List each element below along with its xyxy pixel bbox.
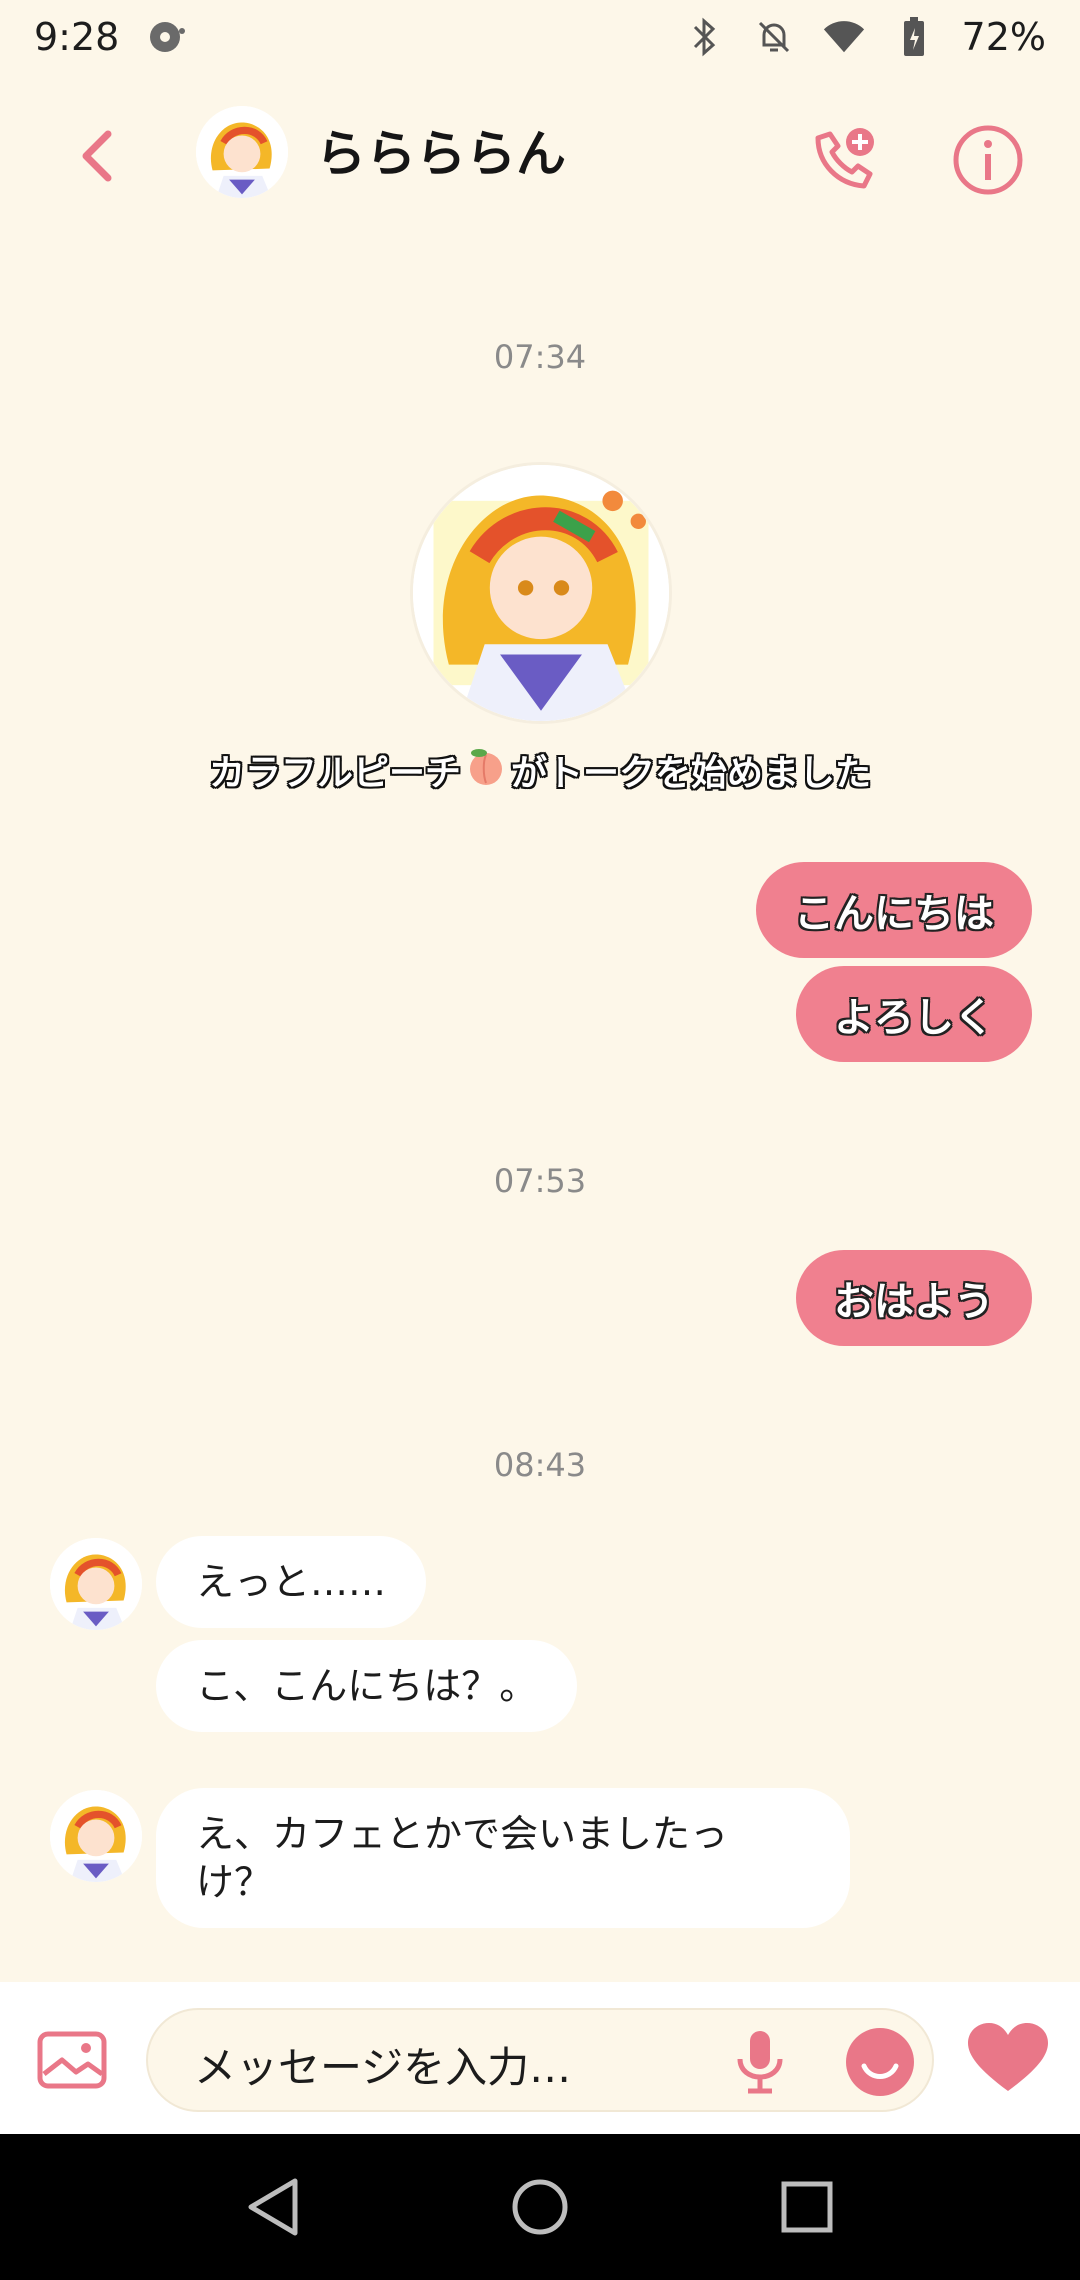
message-text: こんにちは	[794, 891, 994, 937]
contact-avatar[interactable]	[50, 1790, 142, 1882]
contact-avatar-large[interactable]	[410, 462, 672, 724]
back-button[interactable]	[58, 118, 134, 194]
message-text: おはよう	[834, 1279, 994, 1325]
back-arrow-icon	[82, 130, 112, 182]
message-text: よろしく	[834, 995, 994, 1041]
mic-button[interactable]	[722, 2024, 798, 2100]
message-text: えっと……	[196, 1560, 387, 1604]
notification-disc-icon	[145, 15, 189, 59]
message-input[interactable]: メッセージを入力…	[146, 2008, 934, 2112]
info-icon	[953, 125, 1023, 195]
status-time: 9:28	[34, 15, 120, 59]
message-bubble-sent[interactable]: よろしく	[796, 966, 1032, 1062]
chat-header: ららららん	[0, 96, 1080, 216]
message-composer: メッセージを入力…	[0, 1982, 1080, 2134]
gallery-icon	[37, 2031, 107, 2089]
mic-icon	[737, 2031, 783, 2094]
started-name: カラフルピーチ	[208, 753, 461, 794]
talk-started-notice: カラフルピーチ がトークを始めました	[0, 744, 1080, 796]
battery-icon	[892, 15, 936, 59]
bell-off-icon	[752, 15, 796, 59]
message-bubble-received[interactable]: こ、こんにちは？。	[156, 1640, 578, 1732]
contact-name: ららららん	[316, 125, 566, 183]
message-bubble-sent[interactable]: こんにちは	[756, 862, 1032, 958]
nav-back-icon	[248, 2178, 298, 2236]
heart-button[interactable]	[964, 2018, 1052, 2098]
message-bubble-received[interactable]: えっと……	[156, 1536, 427, 1628]
emoji-button[interactable]	[842, 2024, 918, 2100]
started-text: がトークを始めました	[511, 753, 872, 794]
message-text: え、カフェとかで会いましたっ	[196, 1812, 729, 1856]
wifi-icon	[822, 15, 866, 59]
nav-recents-icon	[781, 2181, 833, 2233]
message-text: け？	[196, 1860, 273, 1904]
contact-avatar[interactable]	[50, 1538, 142, 1630]
nav-home-icon	[512, 2179, 568, 2235]
message-bubble-received[interactable]: え、カフェとかで会いましたっ け？	[156, 1788, 850, 1928]
contact-avatar[interactable]	[196, 106, 288, 198]
gallery-button[interactable]	[34, 2022, 110, 2098]
system-nav-bar	[0, 2134, 1080, 2280]
status-bar: 9:28 72%	[0, 0, 1080, 74]
peach-emoji-icon	[465, 745, 507, 796]
bluetooth-icon	[682, 15, 726, 59]
nav-recents-button[interactable]	[767, 2167, 847, 2247]
heart-icon	[968, 2023, 1048, 2091]
info-button[interactable]	[944, 116, 1032, 204]
timestamp: 07:53	[493, 1162, 587, 1200]
call-add-icon	[815, 128, 874, 189]
message-input-placeholder: メッセージを入力…	[194, 2043, 572, 2092]
emoji-icon	[846, 2028, 914, 2096]
add-call-button[interactable]	[800, 116, 888, 204]
timestamp: 08:43	[493, 1446, 587, 1484]
nav-back-button[interactable]	[233, 2167, 313, 2247]
message-text: こ、こんにちは？。	[196, 1664, 538, 1708]
timestamp: 07:34	[493, 338, 587, 376]
nav-home-button[interactable]	[500, 2167, 580, 2247]
battery-level: 72%	[961, 15, 1046, 59]
message-bubble-sent[interactable]: おはよう	[796, 1250, 1032, 1346]
